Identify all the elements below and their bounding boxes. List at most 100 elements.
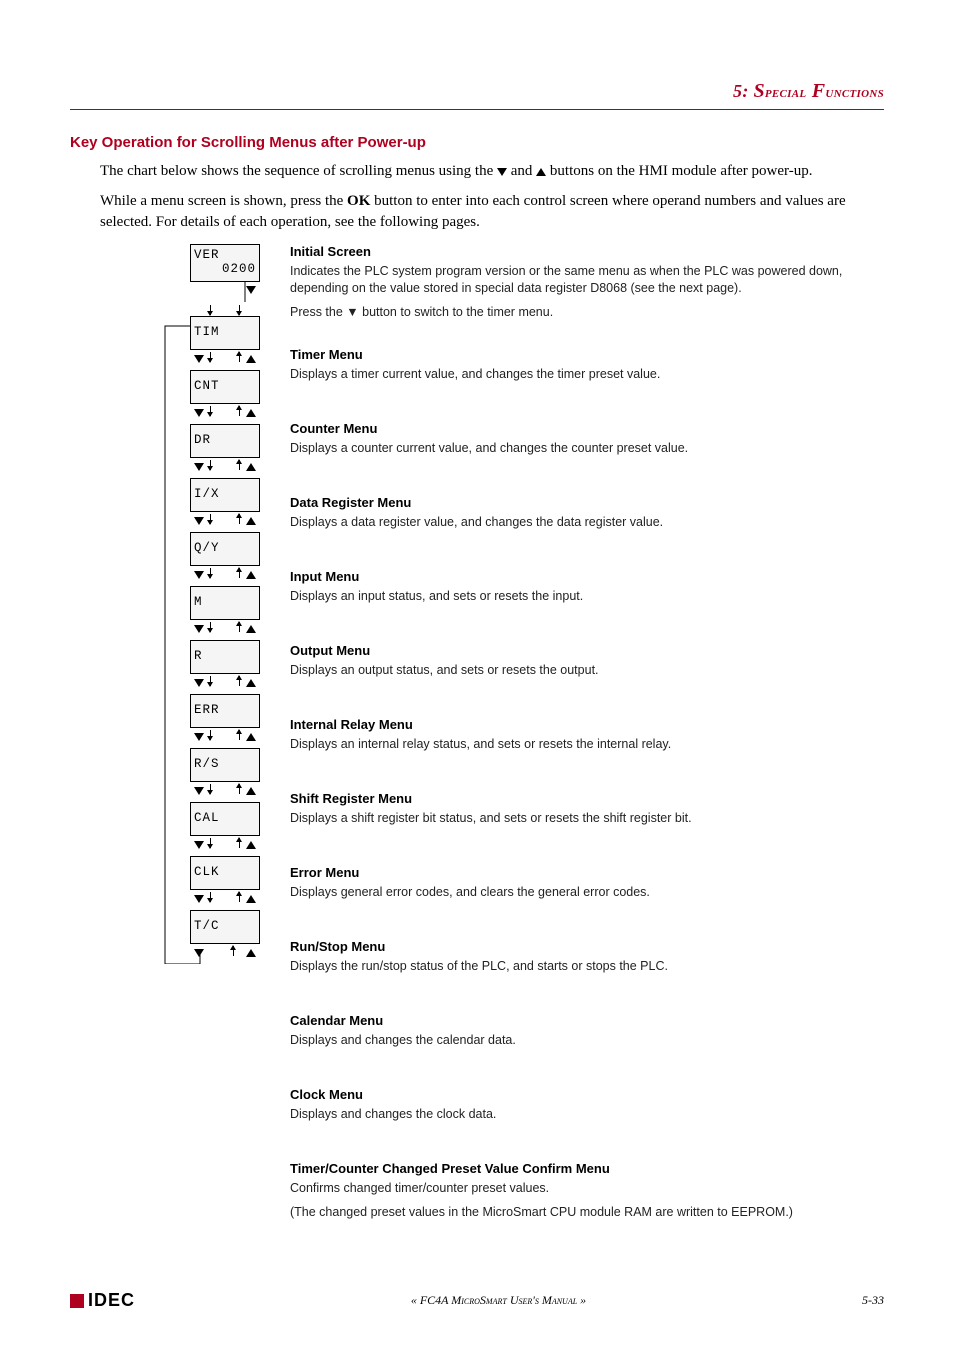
chapter-header: 5: Special Functions	[70, 80, 884, 103]
desc-text-shift: Displays a shift register bit status, an…	[290, 810, 884, 828]
menu-descriptions: Initial Screen Indicates the PLC system …	[280, 244, 884, 1242]
screen-initial: VER 0200	[190, 244, 260, 282]
section-title: Key Operation for Scrolling Menus after …	[70, 134, 884, 151]
arrows-cnt-down	[190, 404, 260, 424]
desc-relay: Internal Relay Menu Displays an internal…	[290, 717, 884, 759]
arrow-down-icon	[210, 676, 211, 686]
down-triangle-icon	[194, 679, 204, 687]
desc-datareg: Data Register Menu Displays a data regis…	[290, 495, 884, 537]
menu-flow-diagram: VER 0200 TIM CNT DR I/X	[70, 244, 280, 964]
screen-cnt: CNT	[190, 370, 260, 404]
arrows-dr-down	[190, 458, 260, 478]
arrows-rs-down	[190, 782, 260, 802]
desc-error: Error Menu Displays general error codes,…	[290, 865, 884, 907]
desc-output: Output Menu Displays an output status, a…	[290, 643, 884, 685]
up-triangle-icon	[536, 168, 546, 176]
arrow-up-icon	[239, 730, 240, 740]
up-triangle-icon	[246, 625, 256, 633]
desc-counter: Counter Menu Displays a counter current …	[290, 421, 884, 463]
down-triangle-icon	[194, 841, 204, 849]
arrow-down-icon	[210, 514, 211, 524]
desc-text-relay: Displays an internal relay status, and s…	[290, 736, 884, 754]
arrows-m-down	[190, 620, 260, 640]
desc-title-output: Output Menu	[290, 643, 884, 658]
down-triangle-icon	[497, 168, 507, 176]
desc-title-runstop: Run/Stop Menu	[290, 939, 884, 954]
arrow-down-icon	[210, 352, 211, 362]
desc-text-calendar: Displays and changes the calendar data.	[290, 1032, 884, 1050]
idec-logo: IDEC	[70, 1290, 135, 1311]
screen-rs: R/S	[190, 748, 260, 782]
screen-qy: Q/Y	[190, 532, 260, 566]
up-triangle-icon	[246, 409, 256, 417]
down-triangle-icon	[194, 895, 204, 903]
desc-text-output: Displays an output status, and sets or r…	[290, 662, 884, 680]
desc-title-datareg: Data Register Menu	[290, 495, 884, 510]
screen-cal: CAL	[190, 802, 260, 836]
desc-title-tc: Timer/Counter Changed Preset Value Confi…	[290, 1161, 884, 1176]
desc-text-initial: Indicates the PLC system program version…	[290, 263, 884, 322]
arrow-up-icon	[239, 892, 240, 902]
desc-title-relay: Internal Relay Menu	[290, 717, 884, 732]
desc-tc: Timer/Counter Changed Preset Value Confi…	[290, 1161, 884, 1221]
up-triangle-icon	[246, 841, 256, 849]
desc-clock: Clock Menu Displays and changes the cloc…	[290, 1087, 884, 1129]
desc-text-datareg: Displays a data register value, and chan…	[290, 514, 884, 532]
arrow-up-icon	[239, 514, 240, 524]
down-triangle-icon	[194, 355, 204, 363]
desc-title-calendar: Calendar Menu	[290, 1013, 884, 1028]
screen-tc: T/C	[190, 910, 260, 944]
down-triangle-icon	[246, 286, 256, 294]
down-triangle-icon	[194, 571, 204, 579]
down-triangle-icon	[194, 787, 204, 795]
arrows-clk-down	[190, 890, 260, 910]
up-triangle-icon	[246, 517, 256, 525]
arrow-down-icon	[210, 838, 211, 848]
arrow-down-icon	[239, 305, 240, 315]
arrow-up-icon	[239, 352, 240, 362]
arrows-tc-loop	[190, 944, 260, 964]
desc-text-counter: Displays a counter current value, and ch…	[290, 440, 884, 458]
screen-r: R	[190, 640, 260, 674]
arrow-down-icon	[210, 730, 211, 740]
screen-tim: TIM	[190, 316, 260, 350]
down-triangle-icon	[194, 949, 204, 957]
down-triangle-icon	[194, 463, 204, 471]
arrows-tim-down	[190, 350, 260, 370]
arrow-down-icon	[210, 568, 211, 578]
desc-text-clock: Displays and changes the clock data.	[290, 1106, 884, 1124]
screen-m: M	[190, 586, 260, 620]
screen-dr: DR	[190, 424, 260, 458]
up-triangle-icon	[246, 895, 256, 903]
desc-title-shift: Shift Register Menu	[290, 791, 884, 806]
intro-paragraph-1: The chart below shows the sequence of sc…	[100, 161, 884, 181]
desc-text-timer: Displays a timer current value, and chan…	[290, 366, 884, 384]
desc-title-initial: Initial Screen	[290, 244, 884, 259]
arrow-up-icon	[239, 568, 240, 578]
arrow-up-icon	[239, 460, 240, 470]
up-triangle-icon	[246, 787, 256, 795]
arrow-up-icon	[239, 622, 240, 632]
arrows-cal-down	[190, 836, 260, 856]
arrow-up-icon	[239, 676, 240, 686]
up-triangle-icon	[246, 355, 256, 363]
up-triangle-icon	[246, 679, 256, 687]
arrow-down-icon	[210, 305, 211, 315]
desc-text-tc: Confirms changed timer/counter preset va…	[290, 1180, 884, 1221]
desc-initial: Initial Screen Indicates the PLC system …	[290, 244, 884, 322]
chapter-number: 5:	[733, 81, 749, 101]
up-triangle-icon	[246, 949, 256, 957]
intro-paragraph-2: While a menu screen is shown, press the …	[100, 191, 884, 232]
down-triangle-icon	[194, 625, 204, 633]
up-triangle-icon	[246, 733, 256, 741]
arrow-up-icon	[239, 838, 240, 848]
arrow-initial-down	[190, 282, 260, 302]
page-footer: IDEC « FC4A MicroSmart User's Manual » 5…	[70, 1290, 884, 1311]
arrows-qy-down	[190, 566, 260, 586]
arrow-down-icon	[210, 460, 211, 470]
down-triangle-icon	[194, 517, 204, 525]
header-rule	[70, 109, 884, 110]
arrow-down-icon	[210, 892, 211, 902]
footer-manual-title: « FC4A MicroSmart User's Manual »	[411, 1293, 586, 1308]
arrows-ix-down	[190, 512, 260, 532]
